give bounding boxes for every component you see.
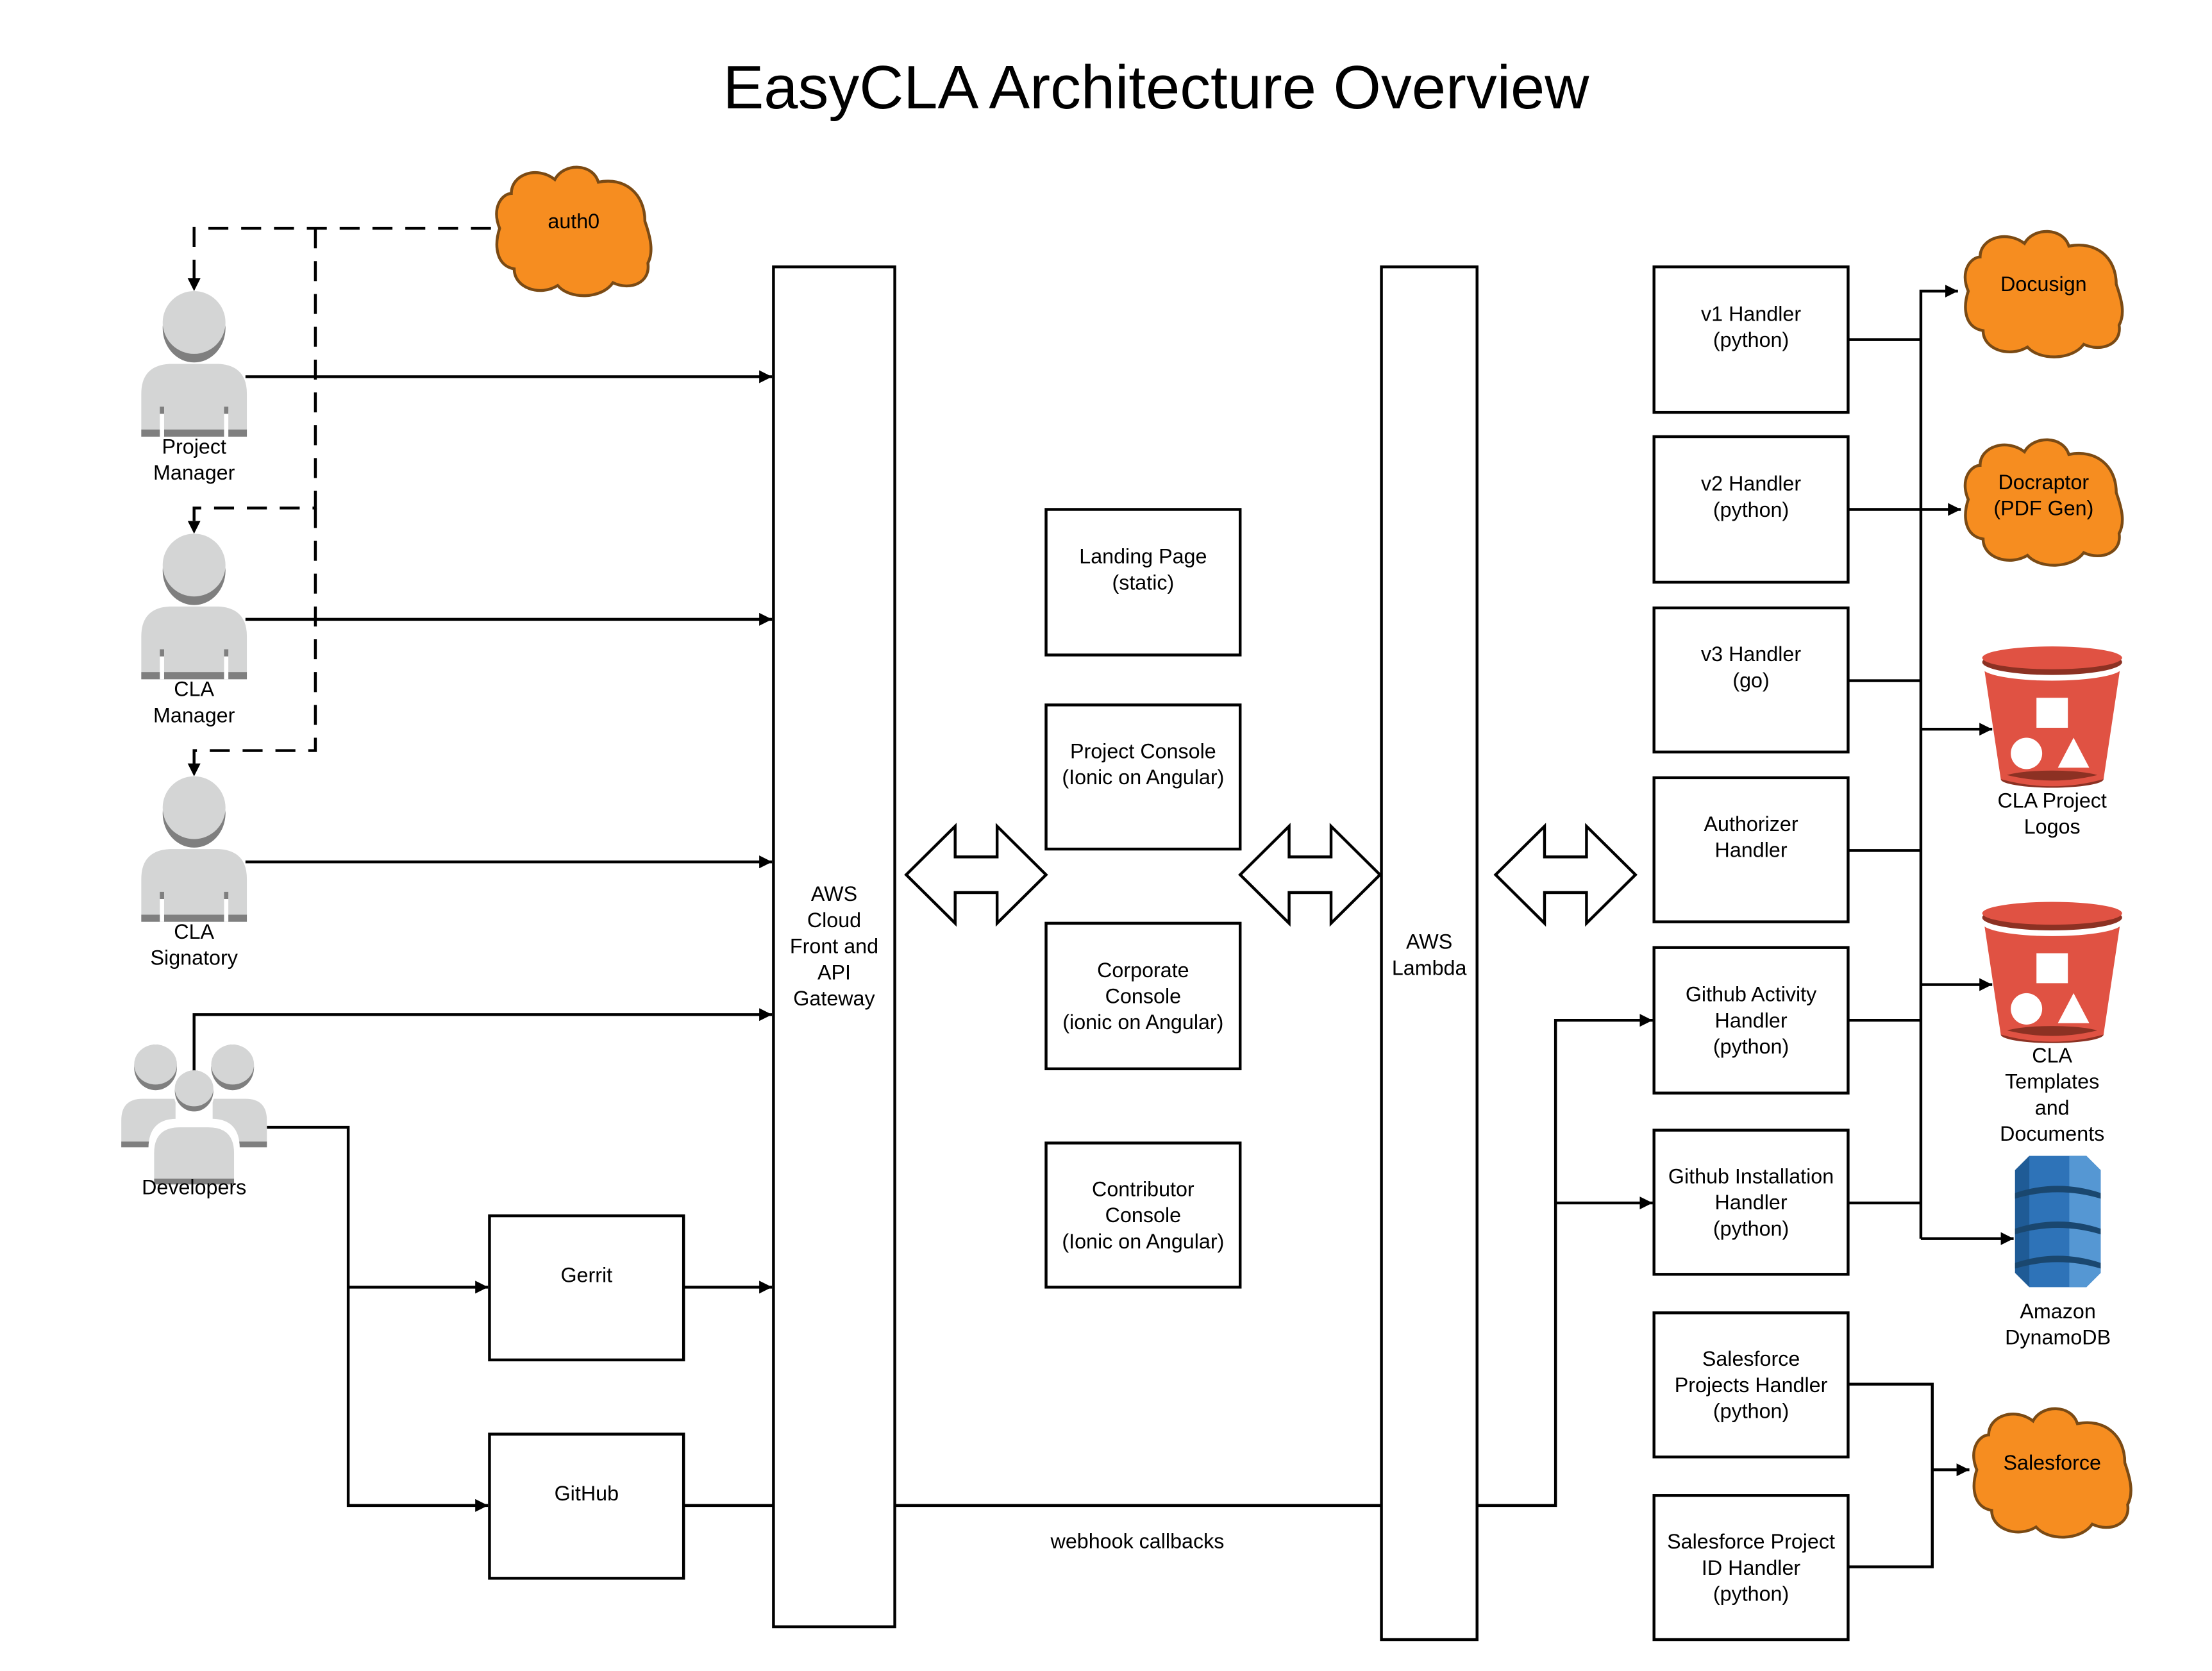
gerrit-box: Gerrit [488, 1214, 685, 1362]
service-docusign: Docusign [1963, 230, 2124, 358]
storage-cla-templates: CLA Templates and Documents [1982, 902, 2122, 1145]
gerrit-label: Gerrit [560, 1264, 612, 1287]
bus-to-docusign [1919, 284, 1958, 1239]
gerrit-rect [488, 1214, 685, 1362]
actor-project-manager: Project Manager [141, 290, 247, 484]
landing-page-box: Landing Page (static) [1044, 508, 1242, 657]
person-icon [141, 533, 247, 680]
v1-handler-box: v1 Handler (python) [1652, 265, 1850, 414]
storage-dynamodb-label: Amazon DynamoDB [2005, 1300, 2111, 1349]
s3-bucket-icon [1982, 902, 2122, 1043]
actor-cla-manager-label: CLA Manager [153, 678, 235, 727]
person-icon [141, 776, 247, 922]
github-box: GitHub [488, 1432, 685, 1580]
actor-cla-signatory-label: CLA Signatory [151, 920, 239, 970]
service-auth0-label: auth0 [548, 210, 599, 233]
lambda-box: AWS Lambda [1380, 265, 1479, 1642]
s3-bucket-icon [1982, 646, 2122, 788]
architecture-diagram: EasyCLA Architecture Overview AWS Cloud Fr… [121, 53, 2132, 1642]
double-arrow-icon [904, 823, 1048, 927]
salesforce-projects-handler-box: Salesforce Projects Handler (python) [1652, 1311, 1850, 1459]
service-salesforce: Salesforce [1972, 1407, 2132, 1539]
v2-handler-box: v2 Handler (python) [1652, 435, 1850, 584]
github-rect [488, 1432, 685, 1580]
webhook-callbacks-label: webhook callbacks [1050, 1530, 1225, 1553]
service-docraptor: Docraptor (PDF Gen) [1963, 438, 2124, 567]
storage-dynamodb: Amazon DynamoDB [2005, 1155, 2111, 1349]
diagram-title: EasyCLA Architecture Overview [723, 53, 1589, 122]
developers-to-gateway [192, 1008, 773, 1073]
storage-cla-templates-label: CLA Templates and Documents [2000, 1044, 2104, 1145]
contributor-console-box: Contributor Console (Ionic on Angular) [1044, 1141, 1242, 1289]
storage-cla-project-logos-label: CLA Project Logos [1998, 789, 2107, 838]
salesforce-project-id-handler-box: Salesforce Project ID Handler (python) [1652, 1494, 1850, 1642]
actor-project-manager-label: Project Manager [153, 435, 235, 484]
double-arrow-icon [1238, 823, 1382, 927]
salesforce-handlers-join [1848, 1382, 1934, 1568]
service-auth0: auth0 [495, 165, 653, 298]
service-docusign-label: Docusign [2000, 273, 2087, 296]
service-salesforce-label: Salesforce [2003, 1451, 2100, 1474]
nodes-layer: AWS Cloud Front and API Gateway Landing Page(… [121, 165, 2132, 1642]
v3-handler-box: v3 Handler (go) [1652, 606, 1850, 754]
actor-developers-label: Developers [142, 1176, 246, 1199]
storage-cla-project-logos: CLA Project Logos [1982, 646, 2122, 838]
github-activity-handler-box: Github Activity Handler (python) [1652, 946, 1850, 1095]
auth0-to-project-manager [187, 226, 491, 291]
github-label: GitHub [555, 1482, 619, 1505]
dynamodb-icon [2015, 1155, 2101, 1288]
person-icon [141, 290, 247, 437]
double-arrow-icon [1493, 823, 1638, 927]
github-installation-handler-box: Github Installation Handler (python) [1652, 1129, 1850, 1276]
actor-cla-signatory: CLA Signatory [141, 776, 247, 970]
developers-to-github [267, 1125, 489, 1512]
project-console-box: Project Console (Ionic on Angular) [1044, 703, 1242, 851]
corporate-console-box: Corporate Console (ionic on Angular) [1044, 921, 1242, 1071]
authorizer-handler-box: Authorizer Handler [1652, 776, 1850, 923]
actor-cla-manager: CLA Manager [141, 533, 247, 726]
gateway-box: AWS Cloud Front and API Gateway [772, 265, 896, 1629]
